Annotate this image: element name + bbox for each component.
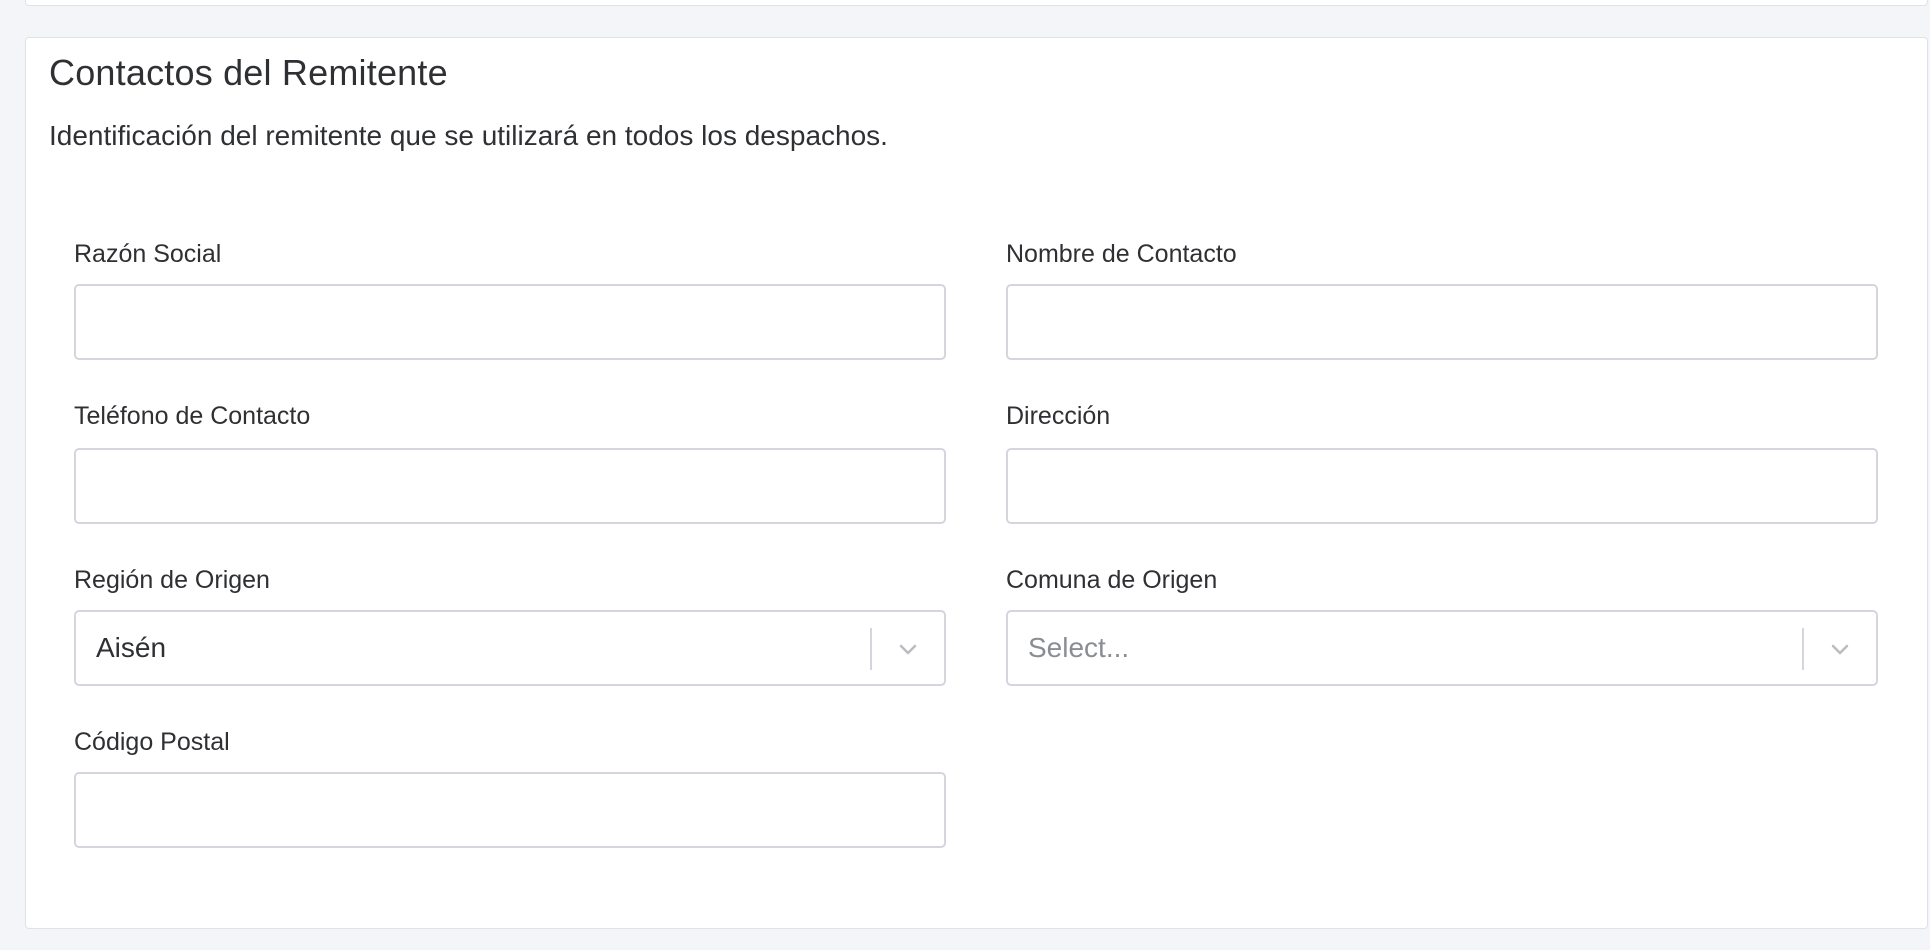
telefono-contacto-input[interactable] bbox=[74, 448, 946, 524]
codigo-postal-label: Código Postal bbox=[74, 728, 230, 756]
comuna-origen-label: Comuna de Origen bbox=[1006, 566, 1218, 594]
section-title: Contactos del Remitente bbox=[49, 52, 448, 93]
direccion-label: Dirección bbox=[1006, 402, 1111, 430]
region-origen-select[interactable]: Aisén bbox=[74, 610, 946, 686]
nombre-contacto-label: Nombre de Contacto bbox=[1006, 240, 1237, 268]
razon-social-input[interactable] bbox=[74, 284, 946, 360]
comuna-origen-placeholder: Select... bbox=[1028, 632, 1130, 663]
select-divider bbox=[870, 628, 872, 670]
region-origen-label: Región de Origen bbox=[74, 566, 270, 594]
chevron-down-icon[interactable] bbox=[892, 634, 924, 666]
region-origen-value: Aisén bbox=[96, 632, 167, 663]
telefono-contacto-label: Teléfono de Contacto bbox=[74, 402, 311, 430]
codigo-postal-input[interactable] bbox=[74, 772, 946, 848]
chevron-down-icon[interactable] bbox=[1824, 634, 1856, 666]
razon-social-label: Razón Social bbox=[74, 240, 222, 268]
nombre-contacto-input[interactable] bbox=[1006, 284, 1878, 360]
previous-card bbox=[25, 0, 1928, 6]
direccion-input[interactable] bbox=[1006, 448, 1878, 524]
section-description: Identificación del remitente que se util… bbox=[49, 120, 888, 151]
select-divider bbox=[1802, 628, 1804, 670]
comuna-origen-select[interactable]: Select... bbox=[1006, 610, 1878, 686]
